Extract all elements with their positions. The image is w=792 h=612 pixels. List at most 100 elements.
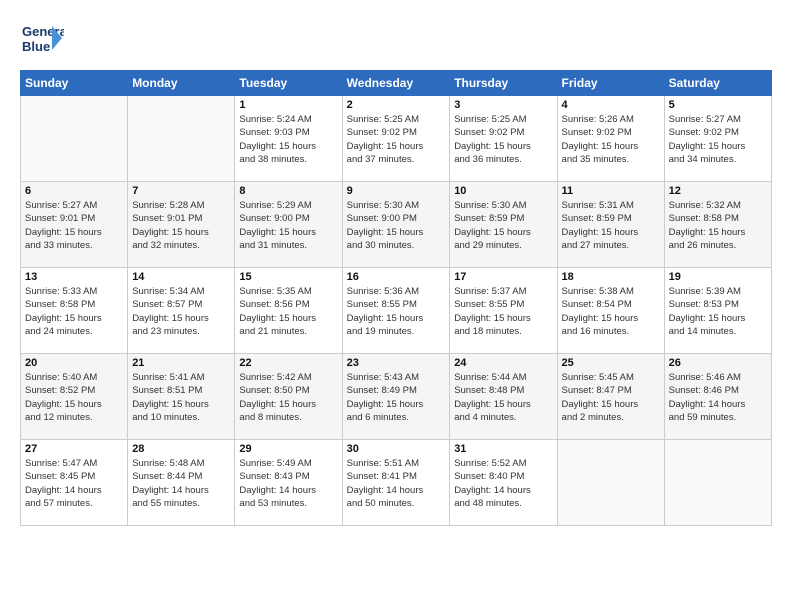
day-number: 5 <box>669 99 767 111</box>
day-info: Sunrise: 5:34 AMSunset: 8:57 PMDaylight:… <box>132 285 230 338</box>
day-info: Sunrise: 5:35 AMSunset: 8:56 PMDaylight:… <box>239 285 337 338</box>
calendar-cell: 4 Sunrise: 5:26 AMSunset: 9:02 PMDaylight… <box>557 96 664 182</box>
calendar-cell: 2 Sunrise: 5:25 AMSunset: 9:02 PMDaylight… <box>342 96 450 182</box>
calendar-cell: 30Sunrise: 5:51 AMSunset: 8:41 PMDayligh… <box>342 440 450 526</box>
day-number: 13 <box>25 271 123 283</box>
day-info: Sunrise: 5:30 AMSunset: 9:00 PMDaylight:… <box>347 199 446 252</box>
calendar-cell: 16 Sunrise: 5:36 AMSunset: 8:55 PMDayligh… <box>342 268 450 354</box>
day-number: 29 <box>239 443 337 455</box>
day-number: 16 <box>347 271 446 283</box>
weekday-header: Wednesday <box>342 71 450 96</box>
day-number: 1 <box>239 99 337 111</box>
day-info: Sunrise: 5:51 AMSunset: 8:41 PMDaylight:… <box>347 457 446 510</box>
logo-svg: General Blue <box>20 16 64 60</box>
calendar-cell: 13 Sunrise: 5:33 AMSunset: 8:58 PMDayligh… <box>21 268 128 354</box>
day-number: 19 <box>669 271 767 283</box>
day-info: Sunrise: 5:42 AMSunset: 8:50 PMDaylight:… <box>239 371 337 424</box>
day-info: Sunrise: 5:37 AMSunset: 8:55 PMDaylight:… <box>454 285 552 338</box>
day-number: 27 <box>25 443 123 455</box>
day-number: 17 <box>454 271 552 283</box>
day-info: Sunrise: 5:47 AMSunset: 8:45 PMDaylight:… <box>25 457 123 510</box>
calendar-cell: 28Sunrise: 5:48 AMSunset: 8:44 PMDayligh… <box>128 440 235 526</box>
day-number: 31 <box>454 443 552 455</box>
day-number: 3 <box>454 99 552 111</box>
day-info: Sunrise: 5:49 AMSunset: 8:43 PMDaylight:… <box>239 457 337 510</box>
day-number: 2 <box>347 99 446 111</box>
calendar-cell: 10 Sunrise: 5:30 AMSunset: 8:59 PMDayligh… <box>450 182 557 268</box>
day-info: Sunrise: 5:29 AMSunset: 9:00 PMDaylight:… <box>239 199 337 252</box>
calendar-cell: 26Sunrise: 5:46 AMSunset: 8:46 PMDayligh… <box>664 354 771 440</box>
calendar-cell: 5Sunrise: 5:27 AMSunset: 9:02 PMDaylight… <box>664 96 771 182</box>
calendar-cell: 21Sunrise: 5:41 AMSunset: 8:51 PMDayligh… <box>128 354 235 440</box>
calendar-week-row: 20 Sunrise: 5:40 AMSunset: 8:52 PMDayligh… <box>21 354 772 440</box>
day-info: Sunrise: 5:31 AMSunset: 8:59 PMDaylight:… <box>562 199 660 252</box>
calendar-cell: 12 Sunrise: 5:32 AMSunset: 8:58 PMDayligh… <box>664 182 771 268</box>
day-number: 24 <box>454 357 552 369</box>
day-info: Sunrise: 5:40 AMSunset: 8:52 PMDaylight:… <box>25 371 123 424</box>
calendar-cell: 19Sunrise: 5:39 AMSunset: 8:53 PMDayligh… <box>664 268 771 354</box>
day-number: 7 <box>132 185 230 197</box>
day-number: 8 <box>239 185 337 197</box>
calendar-cell: 17 Sunrise: 5:37 AMSunset: 8:55 PMDayligh… <box>450 268 557 354</box>
day-info: Sunrise: 5:46 AMSunset: 8:46 PMDaylight:… <box>669 371 767 424</box>
calendar-cell <box>21 96 128 182</box>
day-info: Sunrise: 5:44 AMSunset: 8:48 PMDaylight:… <box>454 371 552 424</box>
weekday-header: Saturday <box>664 71 771 96</box>
calendar-cell: 22 Sunrise: 5:42 AMSunset: 8:50 PMDayligh… <box>235 354 342 440</box>
calendar-cell: 25Sunrise: 5:45 AMSunset: 8:47 PMDayligh… <box>557 354 664 440</box>
day-number: 10 <box>454 185 552 197</box>
day-number: 21 <box>132 357 230 369</box>
calendar-cell: 1 Sunrise: 5:24 AMSunset: 9:03 PMDaylight… <box>235 96 342 182</box>
calendar-cell: 31 Sunrise: 5:52 AMSunset: 8:40 PMDayligh… <box>450 440 557 526</box>
calendar-cell: 7 Sunrise: 5:28 AMSunset: 9:01 PMDaylight… <box>128 182 235 268</box>
calendar-cell: 9 Sunrise: 5:30 AMSunset: 9:00 PMDaylight… <box>342 182 450 268</box>
day-number: 14 <box>132 271 230 283</box>
day-info: Sunrise: 5:26 AMSunset: 9:02 PMDaylight:… <box>562 113 660 166</box>
calendar-week-row: 1 Sunrise: 5:24 AMSunset: 9:03 PMDaylight… <box>21 96 772 182</box>
calendar-cell: 11 Sunrise: 5:31 AMSunset: 8:59 PMDayligh… <box>557 182 664 268</box>
weekday-header: Sunday <box>21 71 128 96</box>
calendar-cell: 20 Sunrise: 5:40 AMSunset: 8:52 PMDayligh… <box>21 354 128 440</box>
day-number: 18 <box>562 271 660 283</box>
day-number: 22 <box>239 357 337 369</box>
day-info: Sunrise: 5:32 AMSunset: 8:58 PMDaylight:… <box>669 199 767 252</box>
day-info: Sunrise: 5:25 AMSunset: 9:02 PMDaylight:… <box>347 113 446 166</box>
calendar-cell <box>664 440 771 526</box>
logo: General Blue <box>20 16 64 60</box>
day-info: Sunrise: 5:27 AMSunset: 9:01 PMDaylight:… <box>25 199 123 252</box>
day-info: Sunrise: 5:48 AMSunset: 8:44 PMDaylight:… <box>132 457 230 510</box>
weekday-header: Friday <box>557 71 664 96</box>
day-info: Sunrise: 5:24 AMSunset: 9:03 PMDaylight:… <box>239 113 337 166</box>
day-number: 11 <box>562 185 660 197</box>
calendar-cell: 18 Sunrise: 5:38 AMSunset: 8:54 PMDayligh… <box>557 268 664 354</box>
day-number: 12 <box>669 185 767 197</box>
day-info: Sunrise: 5:28 AMSunset: 9:01 PMDaylight:… <box>132 199 230 252</box>
weekday-header: Tuesday <box>235 71 342 96</box>
calendar-week-row: 6 Sunrise: 5:27 AMSunset: 9:01 PMDaylight… <box>21 182 772 268</box>
day-number: 20 <box>25 357 123 369</box>
calendar-cell <box>128 96 235 182</box>
weekday-header: Monday <box>128 71 235 96</box>
calendar-cell: 24 Sunrise: 5:44 AMSunset: 8:48 PMDayligh… <box>450 354 557 440</box>
day-info: Sunrise: 5:36 AMSunset: 8:55 PMDaylight:… <box>347 285 446 338</box>
calendar-cell <box>557 440 664 526</box>
day-number: 9 <box>347 185 446 197</box>
day-info: Sunrise: 5:45 AMSunset: 8:47 PMDaylight:… <box>562 371 660 424</box>
day-number: 4 <box>562 99 660 111</box>
day-info: Sunrise: 5:38 AMSunset: 8:54 PMDaylight:… <box>562 285 660 338</box>
svg-text:Blue: Blue <box>22 39 50 54</box>
day-info: Sunrise: 5:43 AMSunset: 8:49 PMDaylight:… <box>347 371 446 424</box>
day-info: Sunrise: 5:33 AMSunset: 8:58 PMDaylight:… <box>25 285 123 338</box>
calendar-week-row: 27 Sunrise: 5:47 AMSunset: 8:45 PMDayligh… <box>21 440 772 526</box>
day-number: 6 <box>25 185 123 197</box>
calendar-cell: 23Sunrise: 5:43 AMSunset: 8:49 PMDayligh… <box>342 354 450 440</box>
day-info: Sunrise: 5:30 AMSunset: 8:59 PMDaylight:… <box>454 199 552 252</box>
calendar-cell: 8 Sunrise: 5:29 AMSunset: 9:00 PMDaylight… <box>235 182 342 268</box>
day-number: 15 <box>239 271 337 283</box>
calendar-cell: 15 Sunrise: 5:35 AMSunset: 8:56 PMDayligh… <box>235 268 342 354</box>
day-info: Sunrise: 5:25 AMSunset: 9:02 PMDaylight:… <box>454 113 552 166</box>
calendar-cell: 6 Sunrise: 5:27 AMSunset: 9:01 PMDaylight… <box>21 182 128 268</box>
day-info: Sunrise: 5:52 AMSunset: 8:40 PMDaylight:… <box>454 457 552 510</box>
calendar-week-row: 13 Sunrise: 5:33 AMSunset: 8:58 PMDayligh… <box>21 268 772 354</box>
calendar-cell: 14 Sunrise: 5:34 AMSunset: 8:57 PMDayligh… <box>128 268 235 354</box>
